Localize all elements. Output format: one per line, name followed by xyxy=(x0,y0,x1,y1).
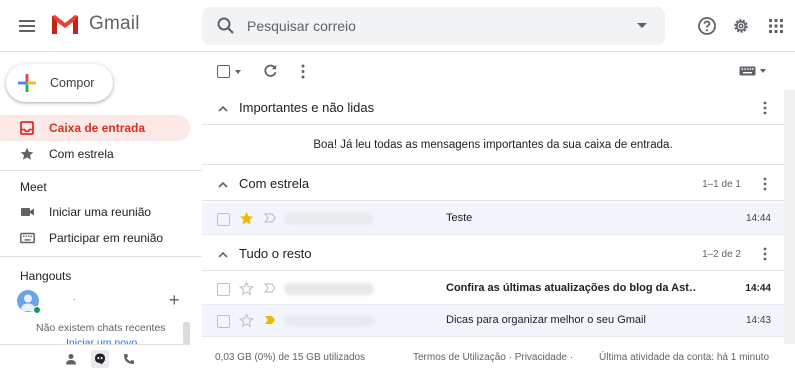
section-count: 1–1 de 1 xyxy=(702,179,741,190)
add-chat-icon[interactable]: + xyxy=(169,291,180,309)
sidebar-item-join-meeting[interactable]: Participar em reunião xyxy=(0,225,190,251)
section-title: Tudo o resto xyxy=(239,246,312,261)
sender-name-redacted xyxy=(282,314,374,328)
mail-toolbar xyxy=(202,52,795,90)
star-outline-icon[interactable] xyxy=(239,313,254,328)
sidebar-item-start-meeting[interactable]: Iniciar uma reunião xyxy=(0,199,190,225)
search-input[interactable] xyxy=(247,15,617,37)
input-tools-keyboard-icon[interactable] xyxy=(739,66,756,76)
sidebar-item-starred[interactable]: Com estrela xyxy=(0,141,190,167)
no-chats-text: Não existem chats recentes xyxy=(36,322,166,334)
gmail-m-icon xyxy=(52,15,78,34)
sidebar-scrollbar[interactable] xyxy=(183,322,190,344)
hangouts-user-name: · xyxy=(73,294,76,304)
hangouts-section-title: Hangouts xyxy=(20,269,72,283)
row-checkbox[interactable] xyxy=(217,315,230,328)
hangouts-bottom-bar xyxy=(0,344,190,370)
chevron-up-icon[interactable] xyxy=(218,181,228,188)
chevron-up-icon[interactable] xyxy=(218,251,228,258)
main-scrollbar[interactable] xyxy=(784,90,795,344)
inbox-icon xyxy=(20,121,34,135)
top-header: Gmail xyxy=(0,0,795,52)
importance-marker-icon[interactable] xyxy=(264,315,276,325)
terms-privacy-links[interactable]: Termos de Utilização · Privacidade · xyxy=(413,352,573,363)
section-starred[interactable]: Com estrela 1–1 de 1 xyxy=(202,167,784,201)
email-row[interactable]: Dicas para organizar melhor o seu Gmail … xyxy=(202,305,784,337)
keyboard-icon xyxy=(20,232,35,244)
compose-label: Compor xyxy=(50,76,95,90)
meet-section-title: Meet xyxy=(20,180,47,194)
section-more-icon[interactable] xyxy=(762,177,768,191)
main-menu-button[interactable] xyxy=(14,13,40,39)
section-important-unread[interactable]: Importantes e não lidas xyxy=(202,91,784,125)
mail-footer: 0,03 GB (0%) de 15 GB utilizados Termos … xyxy=(202,340,795,370)
contacts-person-icon[interactable] xyxy=(63,351,79,367)
importance-marker-icon[interactable] xyxy=(264,283,276,293)
empty-section-message: Boa! Já leu todas as mensagens important… xyxy=(202,128,784,165)
sidebar-item-label: Com estrela xyxy=(49,147,114,161)
section-more-icon[interactable] xyxy=(762,101,768,115)
storage-usage[interactable]: 0,03 GB (0%) de 15 GB utilizados xyxy=(215,352,365,363)
sidebar-item-label: Caixa de entrada xyxy=(49,121,146,135)
apps-grid-icon[interactable] xyxy=(764,14,788,38)
gmail-logo[interactable]: Gmail xyxy=(50,12,140,36)
select-all-checkbox[interactable] xyxy=(217,65,230,78)
chevron-up-icon[interactable] xyxy=(218,105,228,112)
compose-plus-icon xyxy=(18,74,36,92)
search-icon[interactable] xyxy=(216,16,236,36)
section-everything-else[interactable]: Tudo o resto 1–2 de 2 xyxy=(202,237,784,271)
email-subject: Teste xyxy=(446,212,473,224)
video-camera-icon xyxy=(21,208,34,216)
last-activity: Última atividade da conta: há 1 minuto xyxy=(599,352,770,363)
email-row[interactable]: Confira as últimas atualizações do blog … xyxy=(202,273,784,305)
sidebar-divider xyxy=(0,256,202,257)
input-tools-caret-icon[interactable] xyxy=(760,69,766,73)
online-status-dot xyxy=(33,306,41,314)
star-outline-icon[interactable] xyxy=(239,281,254,296)
select-options-caret-icon[interactable] xyxy=(235,70,241,74)
email-time: 14:44 xyxy=(745,213,771,224)
email-time: 14:44 xyxy=(745,283,771,294)
section-title: Importantes e não lidas xyxy=(239,100,375,115)
settings-gear-icon[interactable] xyxy=(729,14,753,38)
compose-button[interactable]: Compor xyxy=(6,64,113,102)
importance-marker-icon[interactable] xyxy=(264,213,276,223)
sender-name-redacted xyxy=(282,212,374,226)
sidebar-item-label: Iniciar uma reunião xyxy=(49,205,152,219)
more-vert-icon[interactable] xyxy=(300,64,306,79)
sidebar-item-label: Participar em reunião xyxy=(49,231,164,245)
email-subject: Confira as últimas atualizações do blog … xyxy=(446,282,696,294)
sidebar-divider xyxy=(0,170,202,171)
section-count: 1–2 de 2 xyxy=(702,249,741,260)
star-icon xyxy=(20,147,34,160)
email-row[interactable]: Teste 14:44 xyxy=(202,203,784,235)
email-time: 14:43 xyxy=(745,315,771,326)
section-title: Com estrela xyxy=(239,176,310,191)
search-bar xyxy=(202,7,665,45)
sender-name-redacted xyxy=(282,282,374,296)
search-options-icon[interactable] xyxy=(637,23,647,28)
refresh-icon[interactable] xyxy=(263,63,278,78)
app-name: Gmail xyxy=(89,13,140,34)
row-checkbox[interactable] xyxy=(217,213,230,226)
email-subject: Dicas para organizar melhor o seu Gmail xyxy=(446,314,646,326)
star-filled-icon[interactable] xyxy=(239,211,254,226)
section-more-icon[interactable] xyxy=(762,247,768,261)
hangouts-chat-icon[interactable] xyxy=(91,350,109,368)
sidebar-item-inbox[interactable]: Caixa de entrada xyxy=(0,115,190,141)
row-checkbox[interactable] xyxy=(217,283,230,296)
help-icon[interactable] xyxy=(695,14,719,38)
phone-icon[interactable] xyxy=(121,351,137,367)
